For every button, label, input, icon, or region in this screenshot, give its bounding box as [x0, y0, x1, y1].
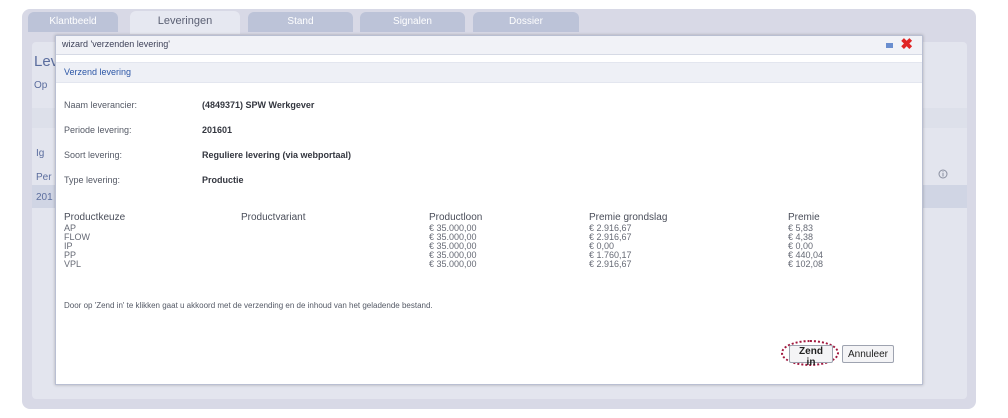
label-naam-leverancier: Naam leverancier:: [64, 100, 138, 110]
background-row-label: Per: [36, 172, 52, 183]
label-type-levering: Type levering:: [64, 175, 121, 185]
column-premie: € 5,83 € 4,38 € 0,00 € 440,04 € 102,08: [788, 224, 823, 269]
background-button-fragment[interactable]: Ig: [36, 148, 44, 159]
section-title: Verzend levering: [64, 67, 132, 77]
minimize-icon[interactable]: [886, 43, 893, 48]
table-cell-grondslag: € 2.916,67: [589, 259, 632, 269]
background-subtitle: Op: [34, 80, 48, 91]
header-productvariant: Productvariant: [241, 212, 306, 223]
tab-dossier[interactable]: Dossier: [473, 12, 579, 32]
cancel-button[interactable]: Annuleer: [842, 345, 894, 363]
table-cell-product: VPL: [64, 259, 82, 269]
value-naam-leverancier: (4849371) SPW Werkgever: [202, 100, 315, 110]
column-premie-grondslag: € 2.916,67 € 2.916,67 € 0,00 € 1.760,17 …: [589, 224, 632, 269]
label-periode-levering: Periode levering:: [64, 125, 132, 135]
value-soort-levering: Reguliere levering (via webportaal): [202, 150, 352, 160]
value-type-levering: Productie: [202, 175, 244, 185]
dialog-titlebar: wizard 'verzenden levering' ✖: [56, 36, 922, 55]
wizard-dialog: wizard 'verzenden levering' ✖ Verzend le…: [55, 35, 923, 385]
dialog-title: wizard 'verzenden levering': [62, 39, 170, 49]
header-productkeuze: Productkeuze: [64, 212, 126, 223]
column-productloon: € 35.000,00 € 35.000,00 € 35.000,00 € 35…: [429, 224, 477, 269]
tab-leveringen[interactable]: Leveringen: [130, 11, 240, 34]
header-premie: Premie: [788, 212, 820, 223]
tab-klantbeeld[interactable]: Klantbeeld: [28, 12, 118, 32]
header-productloon: Productloon: [429, 212, 483, 223]
value-periode-levering: 201601: [202, 125, 233, 135]
submit-button[interactable]: Zend in: [789, 345, 833, 368]
agreement-notice: Door op 'Zend in' te klikken gaat u akko…: [64, 301, 433, 310]
header-premie-grondslag: Premie grondslag: [589, 212, 668, 223]
close-icon[interactable]: ✖: [900, 36, 913, 54]
background-row-value: 201: [36, 192, 53, 203]
table-cell-loon: € 35.000,00: [429, 259, 477, 269]
tab-stand[interactable]: Stand: [248, 12, 353, 32]
table-cell-premie: € 102,08: [788, 259, 824, 269]
column-productkeuze: AP FLOW IP PP VPL: [64, 224, 90, 269]
label-soort-levering: Soort levering:: [64, 150, 123, 160]
tab-signalen[interactable]: Signalen: [360, 12, 465, 32]
section-header: Verzend levering: [56, 62, 922, 83]
info-icon[interactable]: [938, 169, 948, 179]
